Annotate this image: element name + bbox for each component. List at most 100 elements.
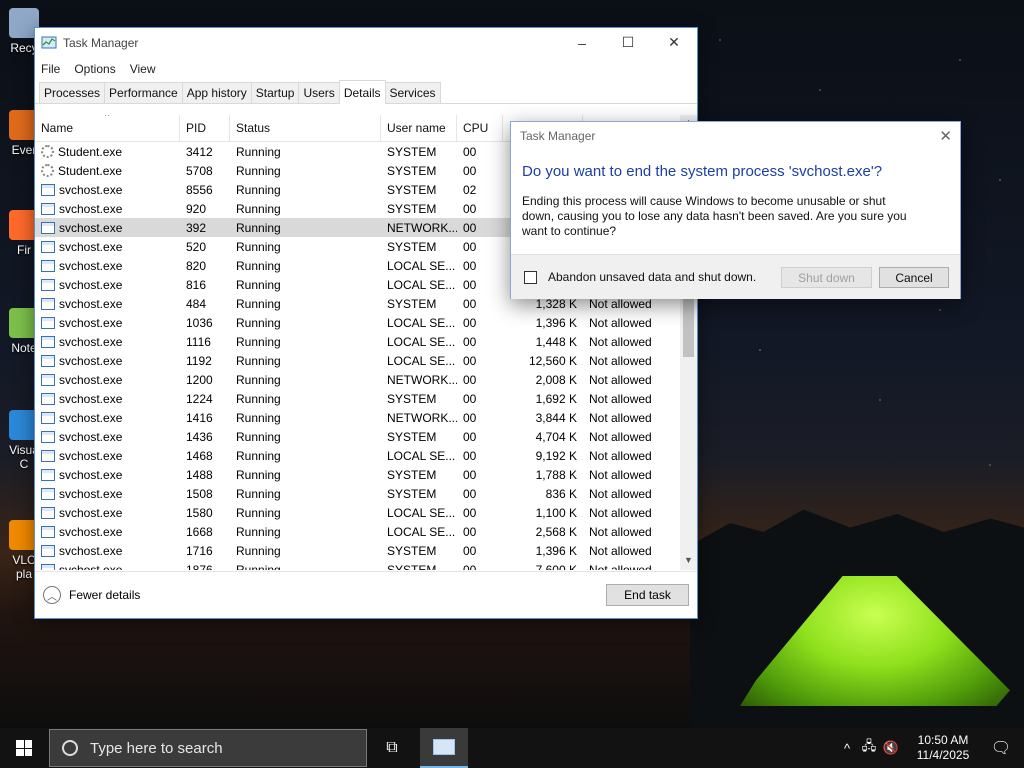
cell-name: svchost.exe bbox=[35, 259, 180, 273]
maximize-button[interactable]: ☐ bbox=[605, 28, 651, 57]
table-row[interactable]: svchost.exe 1224 Running SYSTEM 00 1,692 K Not… bbox=[35, 389, 697, 408]
column-header-status[interactable]: Status bbox=[230, 115, 381, 142]
close-button[interactable]: ✕ bbox=[651, 28, 697, 57]
minimize-button[interactable]: – bbox=[559, 28, 605, 57]
cell-user: NETWORK... bbox=[387, 372, 457, 387]
column-header-user[interactable]: User name bbox=[381, 115, 457, 142]
table-row[interactable]: svchost.exe 1668 Running LOCAL SE... 00 2,568… bbox=[35, 522, 697, 541]
cell-mem: 1,448 K bbox=[535, 334, 577, 349]
dialog-title: Task Manager bbox=[520, 129, 596, 143]
cell-name: svchost.exe bbox=[35, 297, 180, 311]
tab-services[interactable]: Services bbox=[384, 82, 441, 103]
notifications-icon[interactable]: 🗨 bbox=[978, 728, 1024, 768]
end-task-button[interactable]: End task bbox=[606, 584, 689, 606]
shut-down-button[interactable]: Shut down bbox=[781, 267, 872, 288]
cell-status: Running bbox=[236, 391, 281, 406]
table-row[interactable]: svchost.exe 1116 Running LOCAL SE... 00 1,448… bbox=[35, 332, 697, 351]
windows-logo-icon bbox=[16, 740, 32, 756]
cell-pid: 1488 bbox=[186, 467, 213, 482]
table-row[interactable]: svchost.exe 1200 Running NETWORK... 00 2,008 … bbox=[35, 370, 697, 389]
cell-pid: 1580 bbox=[186, 505, 213, 520]
cell-pid: 484 bbox=[186, 296, 207, 311]
chevron-up-circle-icon[interactable]: ︿ bbox=[43, 586, 61, 604]
cell-cpu: 00 bbox=[463, 505, 477, 520]
cell-name: Student.exe bbox=[35, 145, 180, 159]
table-row[interactable]: svchost.exe 1580 Running LOCAL SE... 00 1,100… bbox=[35, 503, 697, 522]
menu-view[interactable]: View bbox=[130, 62, 156, 76]
table-row[interactable]: svchost.exe 1192 Running LOCAL SE... 00 12,56… bbox=[35, 351, 697, 370]
abandon-data-checkbox[interactable] bbox=[524, 270, 537, 284]
scroll-down-icon[interactable]: ▼ bbox=[680, 555, 697, 565]
service-host-icon bbox=[41, 297, 55, 310]
cell-pid: 1192 bbox=[186, 353, 212, 368]
cell-pid: 520 bbox=[186, 239, 207, 254]
fewer-details-link[interactable]: Fewer details bbox=[69, 588, 140, 602]
service-host-icon bbox=[41, 316, 55, 329]
start-button[interactable] bbox=[0, 728, 48, 768]
volume-muted-icon[interactable]: 🔇 bbox=[880, 740, 902, 756]
cell-user: SYSTEM bbox=[387, 562, 437, 571]
cell-name: svchost.exe bbox=[35, 468, 180, 482]
taskbar-search[interactable] bbox=[49, 729, 367, 767]
table-row[interactable]: svchost.exe 1036 Running LOCAL SE... 00 1,396… bbox=[35, 313, 697, 332]
cell-uac: Not allowed bbox=[589, 353, 652, 368]
cell-name: svchost.exe bbox=[35, 316, 180, 330]
cell-status: Running bbox=[236, 315, 281, 330]
network-icon[interactable]: 🖧 bbox=[858, 737, 880, 759]
cell-pid: 392 bbox=[186, 220, 207, 235]
dialog-close-button[interactable]: ✕ bbox=[939, 127, 952, 145]
title-bar[interactable]: Task Manager – ☐ ✕ bbox=[35, 28, 697, 57]
tab-performance[interactable]: Performance bbox=[104, 82, 183, 103]
cell-uac: Not allowed bbox=[589, 429, 652, 444]
menu-file[interactable]: File bbox=[41, 62, 60, 76]
cell-cpu: 00 bbox=[463, 410, 477, 425]
tray-chevron-icon[interactable]: ^ bbox=[836, 741, 858, 756]
table-row[interactable]: svchost.exe 1488 Running SYSTEM 00 1,788 K Not… bbox=[35, 465, 697, 484]
tab-startup[interactable]: Startup bbox=[250, 82, 300, 103]
table-row[interactable]: svchost.exe 1876 Running SYSTEM 00 7,600 K Not… bbox=[35, 560, 697, 570]
cell-pid: 1416 bbox=[186, 410, 213, 425]
service-host-icon bbox=[41, 335, 55, 348]
table-row[interactable]: svchost.exe 1508 Running SYSTEM 00 836 K Not a… bbox=[35, 484, 697, 503]
sort-arrow-icon: ^ bbox=[105, 115, 110, 121]
cell-pid: 920 bbox=[186, 201, 207, 216]
table-row[interactable]: svchost.exe 1416 Running NETWORK... 00 3,844 … bbox=[35, 408, 697, 427]
cell-uac: Not allowed bbox=[589, 315, 652, 330]
cell-user: LOCAL SE... bbox=[387, 353, 456, 368]
taskbar-clock[interactable]: 10:50 AM 11/4/2025 bbox=[908, 733, 978, 763]
process-name: svchost.exe bbox=[59, 543, 123, 558]
tab-app-history[interactable]: App history bbox=[181, 82, 252, 103]
cell-status: Running bbox=[236, 182, 281, 197]
cell-cpu: 00 bbox=[463, 239, 477, 254]
cell-user: LOCAL SE... bbox=[387, 505, 456, 520]
table-row[interactable]: svchost.exe 1468 Running LOCAL SE... 00 9,192… bbox=[35, 446, 697, 465]
taskbar-task-manager[interactable] bbox=[420, 728, 468, 768]
cell-name: svchost.exe bbox=[35, 373, 180, 387]
task-view-icon[interactable]: ⧉ bbox=[372, 728, 412, 768]
service-host-icon bbox=[41, 563, 55, 570]
cell-status: Running bbox=[236, 486, 281, 501]
cell-user: LOCAL SE... bbox=[387, 277, 456, 292]
menu-options[interactable]: Options bbox=[74, 62, 115, 76]
table-row[interactable]: svchost.exe 1436 Running SYSTEM 00 4,704 K Not… bbox=[35, 427, 697, 446]
tab-processes[interactable]: Processes bbox=[39, 82, 106, 103]
column-header-pid[interactable]: PID bbox=[180, 115, 230, 142]
cell-status: Running bbox=[236, 239, 281, 254]
tab-users[interactable]: Users bbox=[298, 82, 340, 103]
cell-cpu: 00 bbox=[463, 144, 477, 159]
column-header-cpu[interactable]: CPU bbox=[457, 115, 503, 142]
cell-cpu: 00 bbox=[463, 353, 477, 368]
cell-cpu: 00 bbox=[463, 277, 477, 292]
cell-cpu: 00 bbox=[463, 258, 477, 273]
cell-user: SYSTEM bbox=[387, 296, 437, 311]
tab-details[interactable]: Details bbox=[338, 80, 386, 104]
cell-pid: 820 bbox=[186, 258, 207, 273]
abandon-data-label[interactable]: Abandon unsaved data and shut down. bbox=[548, 270, 756, 284]
cell-status: Running bbox=[236, 524, 281, 539]
cancel-button[interactable]: Cancel bbox=[879, 267, 949, 288]
table-row[interactable]: svchost.exe 1716 Running SYSTEM 00 1,396 K Not… bbox=[35, 541, 697, 560]
cell-cpu: 02 bbox=[463, 182, 477, 197]
tab-strip: Processes Performance App history Startu… bbox=[35, 80, 697, 104]
cell-uac: Not allowed bbox=[589, 562, 652, 571]
search-input[interactable] bbox=[90, 739, 340, 757]
